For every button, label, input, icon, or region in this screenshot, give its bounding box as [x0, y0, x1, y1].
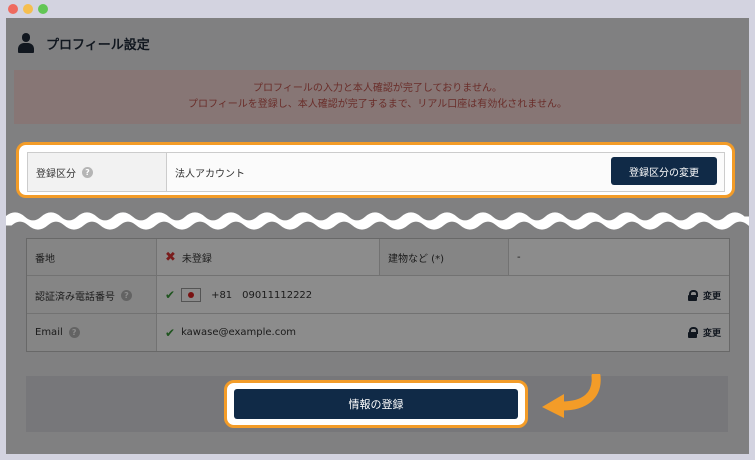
maximize-window-button[interactable]: [38, 4, 48, 14]
email-change-label: 変更: [702, 329, 721, 339]
phone-label-text: 認証済み電話番号: [35, 291, 115, 303]
window-titlebar: [0, 0, 755, 18]
phone-value: ✔ +81 09011112222: [165, 276, 465, 314]
phone-change-label: 変更: [702, 291, 721, 302]
torn-edge-divider: [6, 212, 749, 230]
register-highlight: 情報の登録: [224, 380, 528, 428]
address-status: ✖ 未登録: [165, 239, 365, 275]
help-icon[interactable]: ?: [82, 166, 93, 178]
building-label: 建物など (*): [379, 239, 509, 275]
alert-line-2: プロフィールを登録し、本人確認が完了するまで、リアル口座は有効化されません。: [188, 99, 567, 110]
phone-country-code: +81: [211, 289, 233, 301]
address-status-text: 未登録: [181, 253, 212, 265]
category-label: 登録区分 ?: [28, 153, 167, 191]
page-title: プロフィール設定: [46, 37, 150, 53]
category-highlight: 登録区分 ? 法人アカウント 登録区分の変更: [16, 142, 735, 198]
email-label-text: Email: [35, 327, 63, 338]
building-value: -: [517, 251, 521, 263]
profile-incomplete-alert: プロフィールの入力と本人確認が完了しておりません。 プロフィールを登録し、本人確…: [14, 70, 741, 124]
address-row: 番地 ✖ 未登録 建物など (*) -: [27, 239, 729, 275]
alert-line-1: プロフィールの入力と本人確認が完了しておりません。: [253, 83, 502, 94]
japan-flag-icon: [181, 288, 202, 302]
page-header: プロフィール設定: [16, 30, 150, 56]
email-change-link[interactable]: 変更: [687, 314, 721, 351]
phone-number: 09011112222: [242, 289, 313, 301]
lock-icon: [687, 289, 698, 301]
user-icon: [16, 33, 36, 53]
phone-row: 認証済み電話番号 ? ✔ +81 09011112222 変更: [27, 275, 729, 314]
category-row: 登録区分 ? 法人アカウント 登録区分の変更: [27, 152, 725, 192]
change-category-button[interactable]: 登録区分の変更: [611, 157, 717, 185]
email-value: ✔ kawase@example.com: [165, 314, 465, 351]
help-icon[interactable]: ?: [68, 327, 80, 338]
phone-change-link[interactable]: 変更: [687, 276, 721, 314]
page-content: プロフィール設定 プロフィールの入力と本人確認が完了しておりません。 プロフィー…: [6, 18, 749, 454]
email-address: kawase@example.com: [181, 327, 297, 338]
lock-icon: [687, 327, 698, 338]
profile-table: 番地 ✖ 未登録 建物など (*) - 認証済み電話番号 ? ✔ +81 090…: [26, 238, 730, 352]
cross-icon: ✖: [165, 249, 176, 265]
checkmark-icon: ✔: [165, 288, 176, 302]
minimize-window-button[interactable]: [23, 4, 33, 14]
email-label: Email ?: [27, 314, 157, 351]
category-label-text: 登録区分: [36, 168, 76, 180]
help-icon[interactable]: ?: [121, 289, 132, 301]
curved-arrow-icon: [542, 374, 601, 418]
email-row: Email ? ✔ kawase@example.com 変更: [27, 313, 729, 351]
phone-label: 認証済み電話番号 ?: [27, 276, 157, 314]
register-button[interactable]: 情報の登録: [234, 389, 518, 419]
address-label: 番地: [27, 239, 157, 275]
close-window-button[interactable]: [8, 4, 18, 14]
checkmark-icon: ✔: [165, 325, 176, 340]
